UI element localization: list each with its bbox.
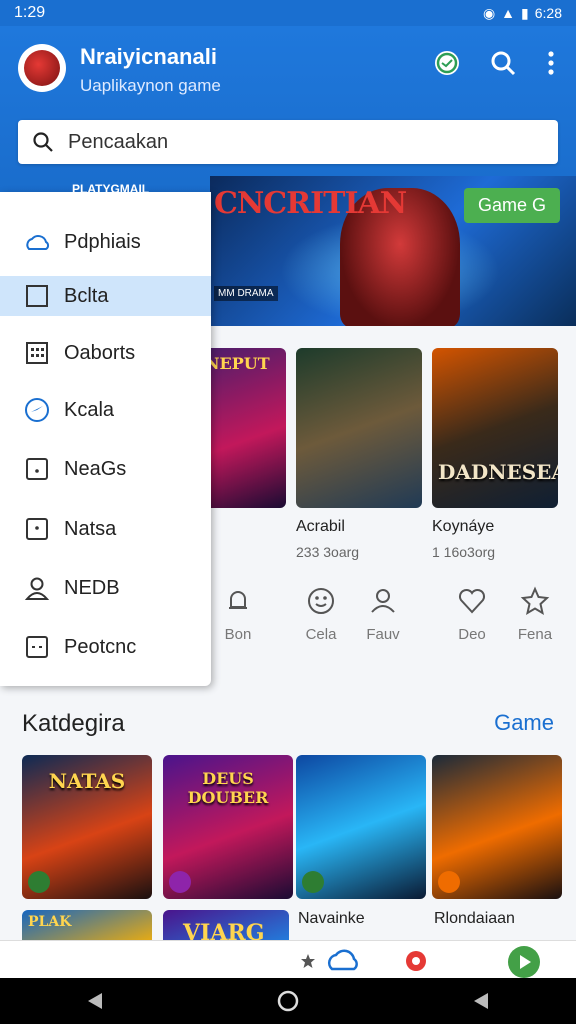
- row2-name-1: Navainke: [298, 910, 365, 927]
- recents-icon[interactable]: [472, 991, 490, 1011]
- app-title: Nraiyicnanali: [80, 44, 217, 69]
- category-card-1[interactable]: NATAS: [22, 755, 152, 899]
- category-deo-label: Deo: [458, 626, 486, 643]
- category-fena[interactable]: Fena: [500, 584, 570, 643]
- drawer-item-label: Oaborts: [64, 341, 136, 364]
- section-see-all-link[interactable]: Game: [494, 710, 554, 736]
- category-card-3-badge: [302, 871, 324, 893]
- search-button[interactable]: [486, 46, 520, 80]
- star-icon: [520, 586, 550, 616]
- more-button[interactable]: [534, 46, 568, 80]
- home-icon[interactable]: [277, 990, 299, 1012]
- person-icon: [24, 577, 50, 600]
- square-icon: [26, 285, 48, 307]
- category-fauv[interactable]: Fauv: [348, 584, 418, 643]
- category-card-2-badge: [169, 871, 191, 893]
- dot-square-icon: [26, 518, 48, 540]
- row2-name-2: Rlondaiaan: [434, 910, 515, 927]
- drawer-item-peotcnc[interactable]: Peotcnc: [0, 627, 211, 667]
- search-icon: [491, 51, 516, 76]
- record-tab-icon[interactable]: [404, 949, 428, 973]
- game-card-3-title: DADNESEA: [438, 460, 558, 484]
- status-right-text: 6:28: [534, 5, 562, 21]
- app-logo: [18, 44, 66, 92]
- category-card-1-title: NATAS: [48, 769, 126, 793]
- drawer-item-label: NEDB: [64, 576, 120, 599]
- row2-card-1-title: PLAK: [28, 914, 72, 930]
- drawer-item-neags[interactable]: NeaGs: [0, 449, 211, 489]
- category-card-1-badge: [28, 871, 50, 893]
- game-card-2-size: 233 3oarg: [296, 544, 360, 560]
- drawer-item-label: Kcala: [64, 398, 115, 421]
- section-title: Katdegira: [22, 710, 125, 737]
- bottom-tab-bar: [0, 940, 576, 978]
- back-icon[interactable]: [86, 991, 104, 1011]
- status-bar: 1:29 ◉ ▲ ▮ 6:28: [0, 0, 576, 26]
- banner-tag: MM DRAMA: [214, 286, 278, 301]
- more-vertical-icon: [548, 51, 554, 75]
- game-card-2-name: Acrabil: [296, 518, 345, 535]
- game-card-2[interactable]: [296, 348, 422, 508]
- dot-square-icon: [26, 458, 48, 480]
- star-tab-icon[interactable]: [300, 953, 316, 969]
- system-nav-bar: [0, 978, 576, 1024]
- category-fena-label: Fena: [517, 626, 553, 643]
- drawer-item-label: Pdphiais: [64, 230, 141, 253]
- play-tab-icon[interactable]: [506, 945, 542, 979]
- category-fauv-label: Fauv: [366, 626, 400, 643]
- category-cela-label: Cela: [305, 626, 337, 643]
- category-bon[interactable]: Bon: [203, 584, 273, 643]
- game-card-3-size: 1 16o3org: [432, 544, 496, 560]
- category-bon-label: Bon: [224, 626, 252, 643]
- status-icons: ◉ ▲ ▮ 6:28: [483, 5, 562, 22]
- smiley-icon: [308, 588, 334, 614]
- drawer-header: PLATYGMAIL: [72, 182, 150, 196]
- drawer-item-label: Bclta: [64, 284, 109, 307]
- game-card-3-name: Koynáye: [432, 518, 495, 535]
- user-icon: [371, 589, 395, 613]
- drawer-item-bclta[interactable]: Bclta: [0, 276, 211, 316]
- category-card-4-badge: [438, 871, 460, 893]
- compass-icon: [25, 398, 49, 422]
- app-subtitle: Uaplikaynon game: [80, 76, 221, 95]
- category-cela[interactable]: Cela: [286, 584, 356, 643]
- chat-button[interactable]: [430, 46, 464, 80]
- bell-icon: [229, 591, 247, 609]
- app-bar: Nraiyicnanali Uaplikaynon game: [0, 26, 576, 192]
- search-bar[interactable]: [18, 120, 558, 164]
- drawer-item-natsa[interactable]: Natsa: [0, 509, 211, 549]
- category-card-2-title: DEUS DOUBER: [187, 769, 269, 807]
- category-card-4[interactable]: [432, 755, 562, 899]
- drawer-item-nedb[interactable]: NEDB: [0, 568, 211, 608]
- cloud-tab-icon[interactable]: [326, 947, 362, 973]
- heart-icon: [458, 588, 486, 614]
- cloud-icon: [26, 235, 50, 250]
- face-square-icon: [26, 636, 48, 658]
- drawer-item-label: Peotcnc: [64, 635, 137, 658]
- drawer-item-oaborts[interactable]: Oaborts: [0, 333, 211, 373]
- drawer-item-label: Natsa: [64, 517, 117, 540]
- status-time: 1:29: [14, 4, 46, 21]
- calendar-icon: [26, 342, 48, 364]
- banner-game-button[interactable]: Game G: [463, 188, 560, 223]
- drawer-item-pdphiais[interactable]: Pdphiais: [0, 222, 211, 262]
- banner-title: CNCRITIAN: [214, 186, 407, 221]
- chat-icon: [435, 51, 459, 75]
- game-card-3[interactable]: DADNESEA: [432, 348, 558, 508]
- featured-banner[interactable]: CNCRITIAN Game G MM DRAMA: [210, 176, 576, 326]
- battery-icon: ▮: [521, 4, 529, 21]
- signal-icon: ▲: [501, 5, 516, 21]
- navigation-drawer: PLATYGMAIL Pdphiais Bclta Oaborts Kcala …: [0, 182, 211, 686]
- category-card-3[interactable]: [296, 755, 426, 899]
- category-deo[interactable]: Deo: [437, 584, 507, 643]
- search-input[interactable]: [68, 130, 528, 154]
- category-card-2[interactable]: DEUS DOUBER: [163, 755, 293, 899]
- drawer-item-label: NeaGs: [64, 457, 127, 480]
- drawer-item-kcala[interactable]: Kcala: [0, 390, 211, 430]
- search-field-icon: [33, 132, 53, 152]
- alarm-icon: ◉: [482, 4, 496, 21]
